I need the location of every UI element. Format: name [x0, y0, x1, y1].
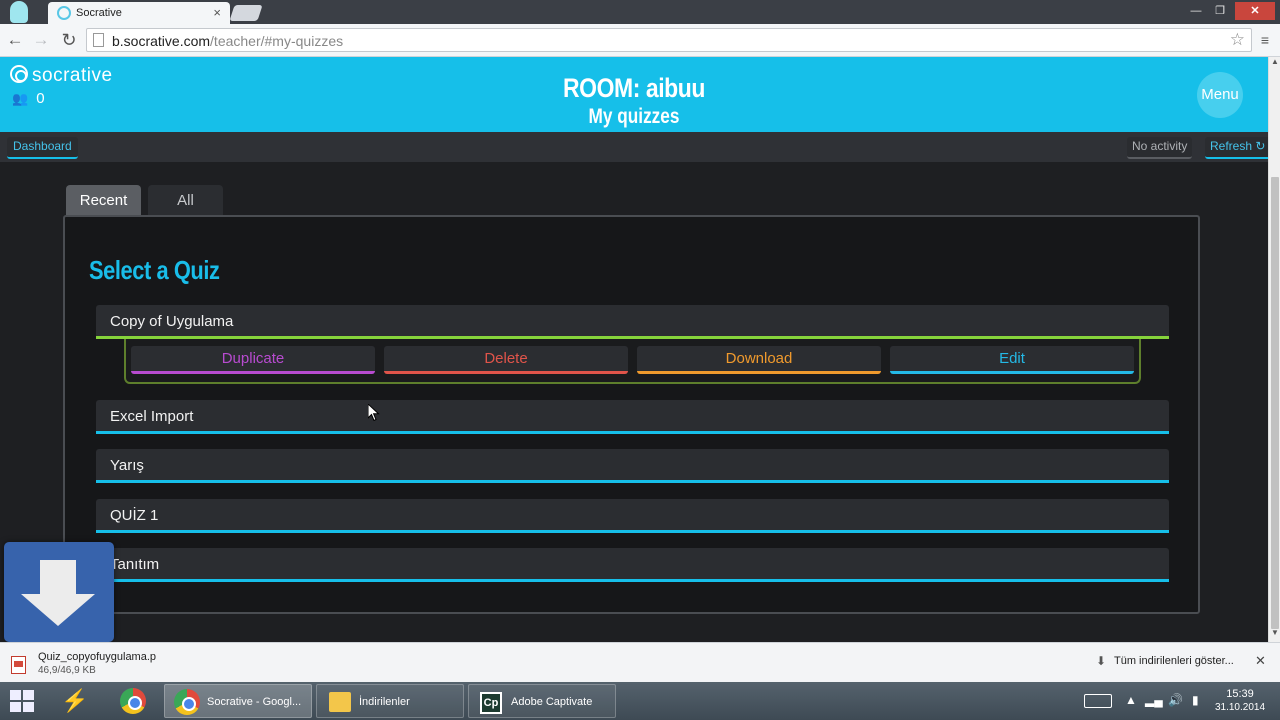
refresh-button[interactable]: Refresh ↻: [1205, 137, 1271, 159]
quiz-list-panel: Select a Quiz Copy of Uygulama Duplicate…: [63, 215, 1200, 614]
tab-close-icon[interactable]: ×: [213, 5, 221, 20]
start-button[interactable]: [10, 690, 34, 712]
main-content: Recent All Select a Quiz Copy of Uygulam…: [0, 162, 1268, 642]
quiz-title: Tanıtım: [110, 556, 160, 573]
keyboard-icon[interactable]: [1084, 694, 1112, 708]
quiz-row[interactable]: QUİZ 1: [96, 499, 1169, 533]
start-icon-tile: [23, 690, 34, 700]
chrome-logo-icon: [174, 689, 200, 715]
taskbar-item-label: İndirilenler: [359, 696, 410, 708]
quiz-row[interactable]: Tanıtım: [96, 548, 1169, 582]
window-maximize-button[interactable]: ❐: [1210, 2, 1230, 20]
quiz-row[interactable]: Excel Import: [96, 400, 1169, 434]
browser-toolbar: ← → ↻ b.socrative.com/teacher/#my-quizze…: [0, 24, 1280, 57]
browser-tab-title: Socrative: [76, 7, 122, 19]
clock-date[interactable]: 31.10.2014: [1212, 702, 1268, 713]
taskbar-item-downloads-folder[interactable]: İndirilenler: [316, 684, 464, 718]
scroll-up-icon[interactable]: ▲: [1271, 57, 1279, 66]
menu-button[interactable]: Menu ⋮: [1197, 72, 1243, 149]
start-icon-tile: [10, 702, 21, 712]
download-item[interactable]: Quiz_copyofuygulama.p 46,9/46,9 KB: [4, 647, 160, 679]
download-shelf: Quiz_copyofuygulama.p 46,9/46,9 KB ⬇ Tüm…: [0, 642, 1280, 682]
student-count-value: 0: [36, 90, 45, 107]
socrative-favicon-icon: [57, 6, 71, 20]
students-icon: 👥: [12, 91, 29, 106]
url-host: b.socrative.com: [112, 33, 211, 49]
browser-tab-socrative[interactable]: Socrative ×: [48, 2, 230, 24]
download-button[interactable]: Download: [637, 346, 881, 374]
captivate-icon: Cp: [480, 692, 502, 714]
new-tab-button[interactable]: [229, 5, 263, 21]
arrow-head: [21, 594, 95, 626]
student-count: 👥 0: [12, 90, 45, 107]
browser-tab-strip: Socrative × — ❐ ✕: [0, 0, 1280, 24]
duplicate-button[interactable]: Duplicate: [131, 346, 375, 374]
quiz-row[interactable]: Copy of Uygulama: [96, 305, 1169, 339]
logo-icon: [10, 65, 28, 83]
delete-button[interactable]: Delete: [384, 346, 628, 374]
forward-button[interactable]: →: [30, 29, 52, 51]
page-scrollbar[interactable]: ▲ ▼: [1268, 57, 1280, 642]
quiz-actions: Duplicate Delete Download Edit: [124, 339, 1141, 384]
address-bar[interactable]: b.socrative.com/teacher/#my-quizzes ☆: [86, 28, 1252, 52]
tab-recent[interactable]: Recent: [66, 185, 141, 216]
download-arrow-small-icon: ⬇: [1096, 654, 1107, 668]
start-icon-tile: [10, 690, 21, 700]
download-file-size: 46,9/46,9 KB: [38, 665, 96, 676]
battery-icon[interactable]: ▮: [1192, 693, 1199, 707]
window-minimize-button[interactable]: —: [1186, 2, 1206, 20]
back-button[interactable]: ←: [4, 29, 26, 51]
quiz-title: Yarış: [110, 457, 144, 474]
panel-heading: Select a Quiz: [89, 255, 220, 285]
sub-navigation: Dashboard No activity Refresh ↻: [0, 132, 1271, 162]
profile-icon[interactable]: [10, 1, 28, 23]
arrow-shaft: [40, 560, 76, 598]
taskbar-item-label: Socrative - Googl...: [207, 696, 302, 708]
url-text: b.socrative.com/teacher/#my-quizzes: [112, 33, 343, 49]
download-file-name: Quiz_copyofuygulama.p: [38, 651, 157, 663]
quiz-title: QUİZ 1: [110, 507, 159, 524]
quiz-row[interactable]: Yarış: [96, 449, 1169, 483]
dashboard-link[interactable]: Dashboard: [7, 137, 78, 159]
app-header: socrative 👥 0 ROOM: aibuu My quizzes Menu…: [0, 57, 1268, 149]
activity-status-badge: No activity: [1127, 137, 1193, 159]
pinned-chrome-icon[interactable]: [118, 687, 148, 715]
pinned-app-icon[interactable]: ⚡: [58, 687, 92, 715]
url-path: /teacher/#my-quizzes: [210, 33, 344, 49]
tray-expand-icon[interactable]: ▲: [1125, 693, 1137, 707]
scrollbar-thumb[interactable]: [1271, 177, 1279, 629]
windows-taskbar: ⚡ Socrative - Googl... İndirilenler Cp A…: [0, 682, 1280, 720]
volume-icon[interactable]: 🔊: [1168, 693, 1183, 707]
scroll-down-icon[interactable]: ▼: [1271, 628, 1279, 637]
close-download-shelf-button[interactable]: ✕: [1255, 653, 1266, 669]
network-icon[interactable]: ▂▄: [1145, 693, 1163, 707]
show-all-downloads-link[interactable]: Tüm indirilenleri göster...: [1114, 655, 1234, 667]
tab-all[interactable]: All: [148, 185, 223, 216]
taskbar-item-chrome[interactable]: Socrative - Googl...: [164, 684, 312, 718]
bookmark-star-icon[interactable]: ☆: [1230, 30, 1245, 50]
download-arrow-icon: [4, 542, 114, 642]
folder-icon: [329, 692, 351, 712]
reload-button[interactable]: ↻: [58, 29, 80, 51]
edit-button[interactable]: Edit: [890, 346, 1134, 374]
start-icon-tile: [23, 702, 34, 712]
window-close-button[interactable]: ✕: [1235, 2, 1275, 20]
clock-time[interactable]: 15:39: [1218, 688, 1262, 700]
chrome-logo-icon: [120, 688, 146, 714]
quiz-title: Excel Import: [110, 408, 194, 425]
pdf-file-icon: [11, 656, 26, 674]
room-title: ROOM: aibuu: [563, 73, 705, 103]
page-title: My quizzes: [588, 105, 680, 128]
taskbar-item-captivate[interactable]: Cp Adobe Captivate: [468, 684, 616, 718]
quiz-title: Copy of Uygulama: [110, 313, 234, 330]
chrome-menu-icon[interactable]: ≡: [1258, 32, 1272, 48]
page-icon: [93, 33, 104, 47]
taskbar-item-label: Adobe Captivate: [511, 696, 593, 708]
